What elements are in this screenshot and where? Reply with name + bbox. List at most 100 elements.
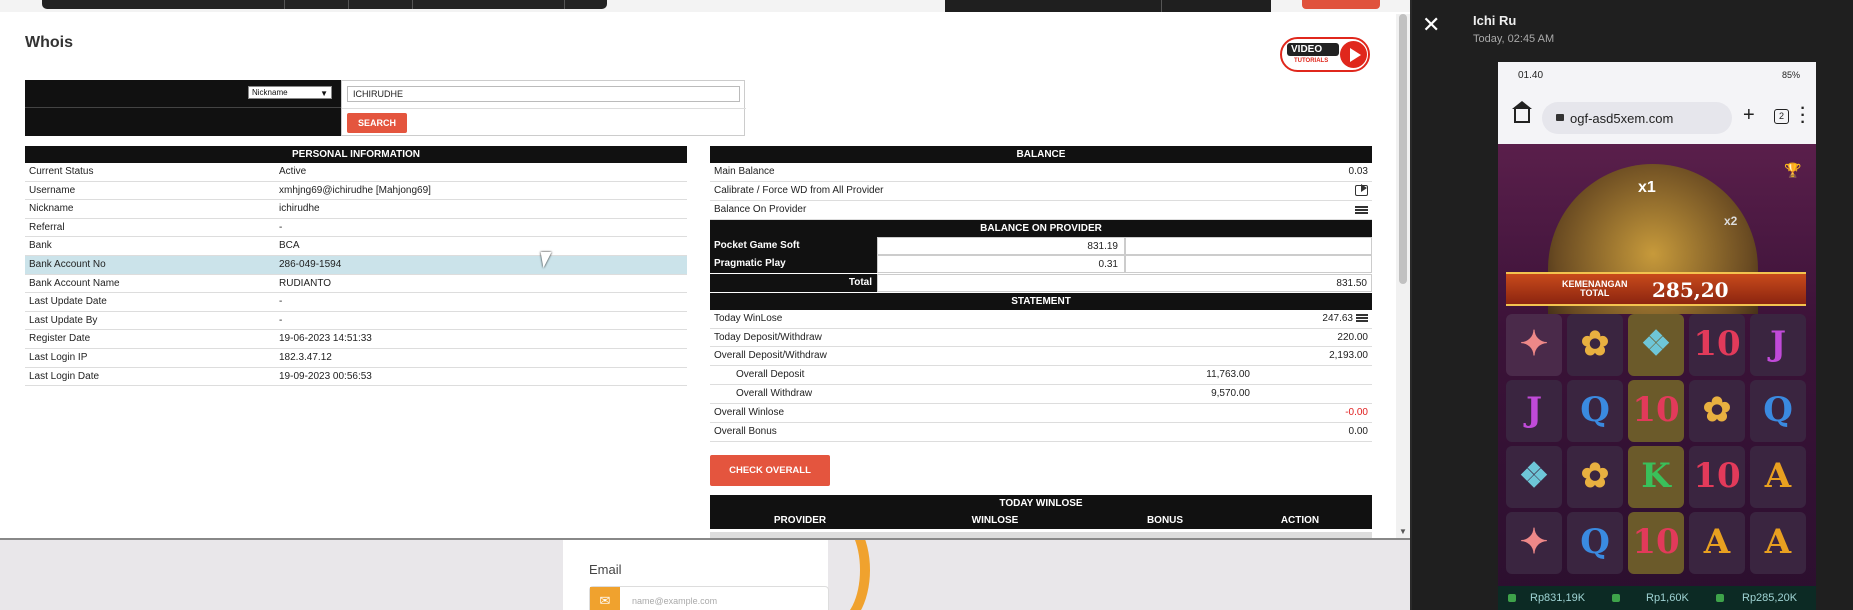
overall-winlose-row: Overall Winlose -0.00 (710, 404, 1372, 424)
calibrate-label: Calibrate / Force WD from All Provider (714, 184, 884, 196)
search-label-cell: Nickname ▼ (25, 80, 341, 136)
close-icon[interactable]: ✕ (1422, 14, 1440, 36)
personal-info-label: Last Update By (29, 314, 98, 326)
column-action[interactable]: ACTION (1281, 512, 1319, 529)
search-form: Nickname ▼ ICHIRUDHE SEARCH (25, 80, 746, 136)
win-label-line-2: TOTAL (1580, 288, 1610, 298)
symbol-guitar: ✿ (1689, 380, 1745, 442)
personal-info-value: xmhjng69@ichirudhe [Mahjong69] (279, 184, 431, 196)
email-placeholder: name@example.com (632, 596, 718, 606)
personal-info-label: Last Login IP (29, 351, 88, 363)
provider-total-label: Total (710, 273, 877, 292)
today-winlose-columns: PROVIDER WINLOSE BONUS ACTION (710, 512, 1372, 529)
today-winlose-header: TODAY WINLOSE (710, 495, 1372, 512)
video-badge-sub: TUTORIALS (1294, 58, 1329, 64)
overall-bonus-row: Overall Bonus 0.00 (710, 423, 1372, 442)
personal-info-row: Last Update By - (25, 312, 687, 331)
column-provider[interactable]: PROVIDER (774, 512, 826, 529)
personal-info-value: 182.3.47.12 (279, 351, 332, 363)
personal-info-value: ichirudhe (279, 203, 320, 215)
home-icon[interactable] (1512, 101, 1532, 123)
personal-info-value: RUDIANTO (279, 277, 332, 289)
symbol-maracas: ✦ (1506, 314, 1562, 376)
trophy-icon[interactable]: 🏆 (1784, 162, 1801, 179)
personal-info-row: Bank Account Name RUDIANTO (25, 275, 687, 294)
today-deposit-withdraw-value: 220.00 (1337, 331, 1368, 343)
column-bonus[interactable]: BONUS (1147, 512, 1183, 529)
win-label: KEMENANGAN TOTAL (1562, 280, 1628, 298)
overall-winlose-value: -0.00 (1345, 407, 1368, 419)
overall-deposit-withdraw-row: Overall Deposit/Withdraw 2,193.00 (710, 347, 1372, 367)
symbol-ten: 10 (1628, 512, 1684, 574)
personal-info-row: Nickname ichirudhe (25, 200, 687, 219)
check-overall-button[interactable]: CHECK OVERALL (710, 455, 830, 486)
personal-info-row: Bank BCA (25, 237, 687, 256)
scrollbar-thumb[interactable] (1399, 14, 1407, 284)
address-bar[interactable]: ogf-asd5xem.com (1542, 102, 1732, 134)
personal-info-value: 19-06-2023 14:51:33 (279, 333, 372, 345)
column-winlose[interactable]: WINLOSE (972, 512, 1019, 529)
balance-header: BALANCE (710, 146, 1372, 163)
play-icon (1340, 41, 1367, 68)
personal-info-label: Username (29, 184, 76, 196)
personal-info-value: 19-09-2023 00:56:53 (279, 370, 372, 382)
search-type-select[interactable]: Nickname ▼ (248, 86, 332, 99)
personal-info-label: Register Date (29, 333, 91, 345)
balance-panel: BALANCE Main Balance 0.03 Calibrate / Fo… (710, 146, 1372, 442)
main-balance-label: Main Balance (714, 166, 775, 177)
sender-time: Today, 02:45 AM (1473, 33, 1555, 45)
today-winlose-value: 247.63 (1322, 312, 1353, 324)
share-icon[interactable] (1355, 183, 1368, 196)
symbol-q: Q (1567, 512, 1623, 574)
provider-value: 831.19 (877, 236, 1125, 255)
symbol-a: A (1689, 512, 1745, 574)
email-field[interactable]: ✉ name@example.com (589, 586, 829, 610)
personal-info-row: Last Login IP 182.3.47.12 (25, 349, 687, 368)
symbol-ten: 10 (1689, 446, 1745, 508)
today-winlose-label: Today WinLose (714, 312, 783, 324)
video-tutorials-button[interactable]: VIDEO TUTORIALS (1280, 37, 1370, 72)
scroll-down-icon[interactable]: ▼ (1399, 527, 1407, 536)
search-type-value: Nickname (252, 88, 288, 97)
multiplier-primary: x1 (1638, 179, 1656, 196)
background-red-button[interactable] (1302, 0, 1380, 9)
more-menu-icon[interactable]: · · · (1800, 101, 1806, 131)
list-icon[interactable] (1356, 313, 1368, 323)
symbol-a: A (1750, 512, 1806, 574)
balance-on-provider-row: Balance On Provider (710, 201, 1372, 220)
list-icon[interactable] (1355, 205, 1368, 215)
overall-deposit-label: Overall Deposit (736, 369, 805, 381)
personal-info-label: Bank (29, 240, 52, 252)
today-winlose-cell: 247.63 (1322, 310, 1368, 328)
game-win: Rp285,20K (1742, 592, 1798, 604)
today-deposit-withdraw-label: Today Deposit/Withdraw (714, 331, 822, 343)
tabs-icon[interactable]: 2 (1774, 109, 1789, 124)
symbol-guitar: ✿ (1567, 446, 1623, 508)
search-button[interactable]: SEARCH (347, 113, 407, 133)
provider-empty-cell (1125, 255, 1372, 274)
personal-information-header: PERSONAL INFORMATION (25, 146, 687, 163)
main-balance-row: Main Balance 0.03 (710, 163, 1372, 182)
game-bet: Rp1,60K (1646, 592, 1689, 604)
vertical-scrollbar[interactable]: ▼ (1396, 14, 1410, 538)
symbol-j: J (1506, 380, 1562, 442)
symbol-cocktail: ❖ (1628, 314, 1684, 376)
personal-info-value: - (279, 221, 283, 233)
new-tab-icon[interactable]: + (1743, 104, 1755, 127)
symbol-guitar: ✿ (1567, 314, 1623, 376)
personal-info-value: BCA (279, 240, 300, 252)
phone-battery: 85% (1781, 70, 1800, 80)
row-divider (25, 107, 341, 108)
symbol-k: K (1628, 446, 1684, 508)
personal-info-value: 286-049-1594 (279, 258, 342, 270)
symbol-a: A (1750, 446, 1806, 508)
bet-icon (1612, 594, 1620, 602)
personal-info-label: Bank Account Name (29, 277, 120, 289)
game-balance-bar: Rp831,19K Rp1,60K Rp285,20K (1498, 586, 1816, 610)
provider-empty-cell (1125, 236, 1372, 255)
today-deposit-withdraw-row: Today Deposit/Withdraw 220.00 (710, 329, 1372, 348)
horizontal-scrollbar[interactable] (710, 532, 1372, 538)
overall-bonus-value: 0.00 (1348, 426, 1368, 438)
background-nav-bar (42, 0, 607, 9)
search-input[interactable]: ICHIRUDHE (347, 86, 740, 102)
